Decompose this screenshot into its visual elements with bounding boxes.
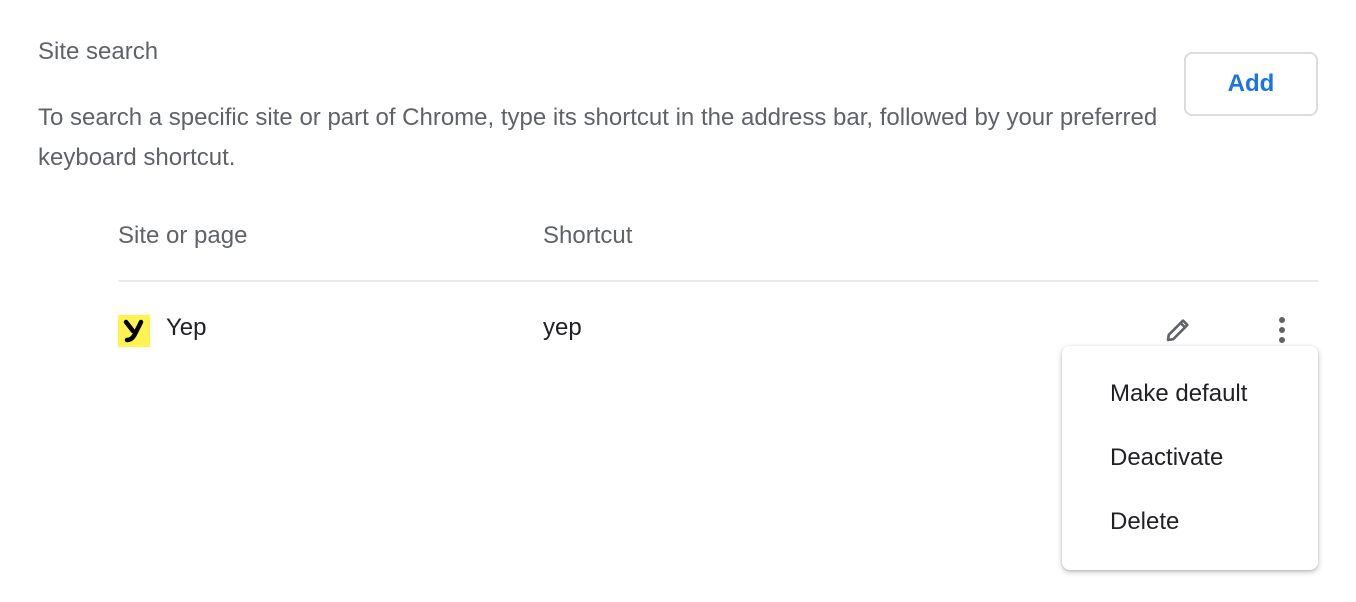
table-header: Site or page Shortcut [118, 222, 1318, 282]
more-vert-icon[interactable] [1262, 310, 1302, 350]
add-button[interactable]: Add [1184, 52, 1318, 116]
edit-pencil-icon[interactable] [1158, 310, 1198, 350]
menu-item-delete[interactable]: Delete [1062, 490, 1318, 554]
menu-item-deactivate[interactable]: Deactivate [1062, 426, 1318, 490]
column-header-site: Site or page [118, 222, 248, 249]
context-menu: Make default Deactivate Delete [1062, 346, 1318, 570]
section-title: Site search [38, 38, 159, 65]
column-header-shortcut: Shortcut [543, 222, 633, 249]
section-description: To search a specific site or part of Chr… [38, 104, 1158, 171]
yep-favicon-icon [118, 315, 150, 347]
site-search-section: Site search To search a specific site or… [0, 0, 1356, 602]
menu-item-make-default[interactable]: Make default [1062, 362, 1318, 426]
row-shortcut: yep [543, 314, 582, 341]
row-site-name: Yep [166, 314, 207, 341]
